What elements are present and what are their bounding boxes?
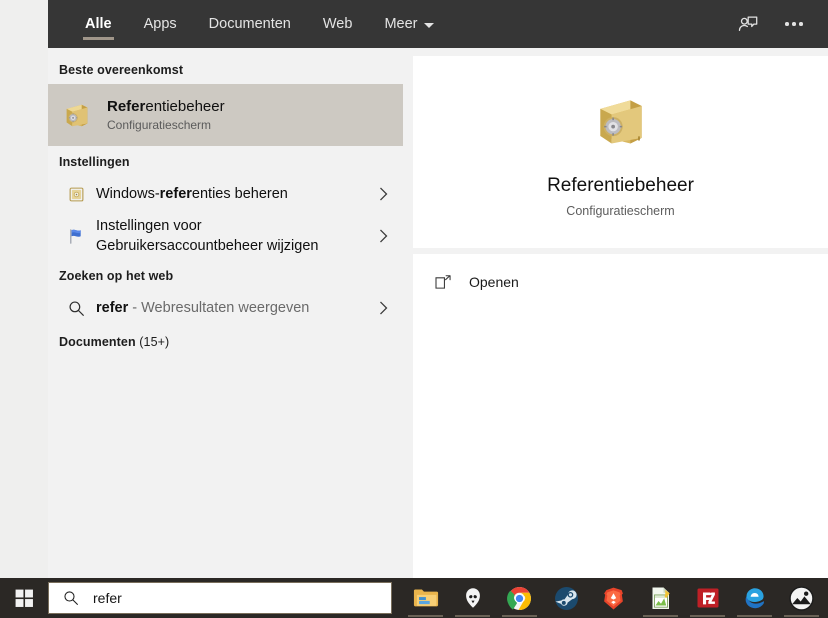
- result-subtitle: Configuratiescherm: [107, 117, 212, 132]
- search-header: Alle Apps Documenten Web Meer: [48, 0, 828, 48]
- taskbar-apps: [402, 578, 825, 618]
- result-title-pre: Windows-: [96, 185, 160, 202]
- action-open[interactable]: Openen: [413, 262, 828, 302]
- search-flyout: Alle Apps Documenten Web Meer Beste over…: [48, 0, 828, 578]
- tab-alle[interactable]: Alle: [69, 0, 128, 48]
- feedback-person-icon[interactable]: [728, 4, 768, 44]
- preview-subtitle: Configuratiescherm: [566, 204, 675, 218]
- running-indicator: [737, 615, 772, 617]
- tab-label: Web: [322, 16, 353, 32]
- result-best-match[interactable]: Referentiebeheer Configuratiescherm: [48, 84, 403, 146]
- taskbar-app-brave-browser[interactable]: [590, 578, 637, 618]
- running-indicator: [690, 615, 725, 617]
- chevron-down-icon: [424, 22, 435, 28]
- result-uac-settings[interactable]: Instellingen voor Gebruikersaccountbehee…: [48, 212, 403, 260]
- group-heading-documents: Documenten (15+): [48, 326, 403, 356]
- preview-title: Referentiebeheer: [547, 175, 694, 196]
- result-windows-credentials[interactable]: Windows-referenties beheren: [48, 176, 403, 212]
- windows-logo-icon[interactable]: [0, 578, 48, 618]
- taskbar-app-filezilla[interactable]: [684, 578, 731, 618]
- result-text: Windows-referenties beheren: [93, 185, 371, 204]
- header-actions: [728, 0, 814, 48]
- group-heading-best-match: Beste overeenkomst: [59, 63, 184, 77]
- taskbar-app-image-viewer[interactable]: [778, 578, 825, 618]
- running-indicator: [784, 615, 819, 617]
- chevron-right-icon[interactable]: [371, 229, 395, 243]
- credential-vault-small-icon: [59, 186, 93, 203]
- result-text: Instellingen voor Gebruikersaccountbehee…: [93, 216, 371, 256]
- running-indicator: [455, 615, 490, 617]
- screen: Alle Apps Documenten Web Meer Beste over…: [0, 0, 828, 618]
- ellipsis-glyph: [785, 22, 803, 26]
- result-title-rest: entiebeheer: [145, 97, 225, 115]
- search-tabs: Alle Apps Documenten Web Meer: [48, 0, 450, 48]
- search-icon: [59, 300, 93, 317]
- credential-vault-icon: [62, 100, 104, 130]
- running-indicator: [643, 615, 678, 617]
- group-heading-settings: Instellingen: [59, 155, 130, 169]
- tab-web[interactable]: Web: [307, 0, 369, 48]
- result-title-line1: Instellingen voor: [96, 218, 202, 234]
- uac-flag-icon: [59, 227, 93, 246]
- result-title: refer - Webresultaten weergeven: [96, 299, 371, 318]
- tab-label: Meer: [384, 16, 418, 32]
- result-title: Referentiebeheer: [107, 97, 395, 116]
- web-query-text: refer: [96, 299, 129, 316]
- result-title-match: refer: [159, 185, 192, 202]
- taskbar: refer: [0, 578, 828, 618]
- search-body: Beste overeenkomst Referentiebeheer Conf…: [48, 48, 828, 578]
- running-indicator: [408, 615, 443, 617]
- preview-actions: Openen: [413, 254, 828, 578]
- result-text: Referentiebeheer Configuratiescherm: [104, 97, 395, 134]
- group-heading-web: Zoeken op het web: [59, 269, 174, 283]
- running-indicator: [502, 615, 537, 617]
- tab-apps[interactable]: Apps: [128, 0, 193, 48]
- documents-count: (15+): [139, 335, 170, 349]
- result-web-search[interactable]: refer - Webresultaten weergeven: [48, 290, 403, 326]
- taskbar-app-microsoft-edge[interactable]: [731, 578, 778, 618]
- open-external-icon: [435, 274, 469, 290]
- preview-pane: Referentiebeheer Configuratiescherm Open…: [403, 48, 828, 578]
- tab-label: Apps: [143, 16, 177, 32]
- taskbar-search-input[interactable]: refer: [48, 582, 392, 614]
- tab-documenten[interactable]: Documenten: [193, 0, 307, 48]
- taskbar-app-file-explorer[interactable]: [402, 578, 449, 618]
- tab-label: Documenten: [208, 16, 291, 32]
- tab-label: Alle: [85, 16, 112, 32]
- taskbar-app-foobar2000[interactable]: [449, 578, 496, 618]
- action-label: Openen: [469, 274, 519, 290]
- web-suffix-text: - Webresultaten weergeven: [128, 299, 310, 316]
- more-options-icon[interactable]: [774, 4, 814, 44]
- search-icon: [63, 590, 79, 606]
- result-title-post: enties beheren: [191, 185, 288, 202]
- search-input-value: refer: [93, 590, 122, 606]
- chevron-right-icon[interactable]: [371, 301, 395, 315]
- taskbar-app-google-chrome[interactable]: [496, 578, 543, 618]
- result-title-match: Refer: [107, 97, 146, 115]
- documents-label: Documenten: [59, 335, 136, 349]
- credential-vault-large-icon: [591, 90, 651, 157]
- preview-card: Referentiebeheer Configuratiescherm: [413, 56, 828, 248]
- result-title: Windows-referenties beheren: [96, 185, 371, 204]
- result-text: refer - Webresultaten weergeven: [93, 299, 371, 318]
- results-list: Beste overeenkomst Referentiebeheer Conf…: [48, 48, 403, 578]
- taskbar-app-steam[interactable]: [543, 578, 590, 618]
- result-title-line2: Gebruikersaccountbeheer wijzigen: [96, 238, 319, 254]
- chevron-right-icon[interactable]: [371, 187, 395, 201]
- tab-meer[interactable]: Meer: [368, 0, 450, 48]
- taskbar-app-spreadsheet-editor[interactable]: [637, 578, 684, 618]
